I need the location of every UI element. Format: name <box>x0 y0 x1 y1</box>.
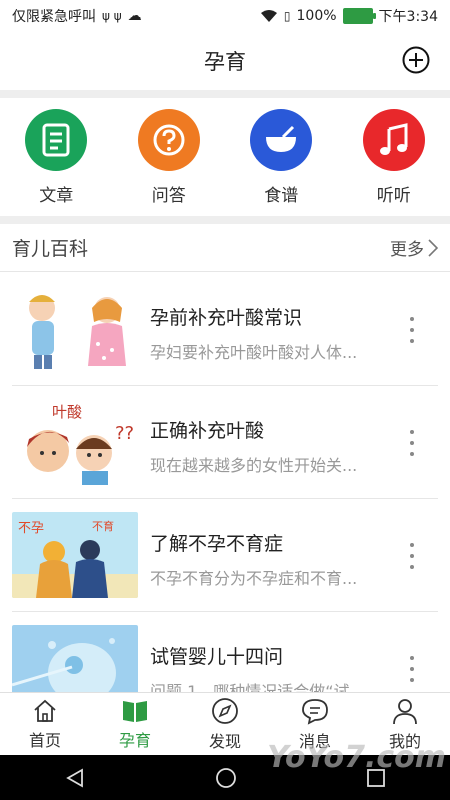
article-title: 了解不孕不育症 <box>150 533 284 555</box>
document-icon <box>25 108 88 171</box>
article-desc: 现在越来越多的女性开始关... <box>150 456 358 475</box>
shortcut-listen[interactable]: 听听 <box>344 108 444 206</box>
article-title: 正确补充叶酸 <box>150 420 265 442</box>
add-icon[interactable] <box>402 46 430 74</box>
message-icon <box>302 699 328 725</box>
more-options-icon[interactable] <box>404 656 420 682</box>
music-note-icon <box>362 108 425 171</box>
back-icon[interactable] <box>64 767 86 789</box>
shortcut-label: 文章 <box>39 185 74 206</box>
compass-icon <box>212 698 238 724</box>
article-title: 孕前补充叶酸常识 <box>150 307 303 329</box>
bowl-icon <box>250 108 313 171</box>
battery-icon <box>342 8 376 24</box>
watermark: YoYo7.com <box>267 740 446 775</box>
tab-discover[interactable]: 发现 <box>180 693 270 756</box>
wifi-icon <box>260 10 277 22</box>
more-link[interactable]: 更多 <box>390 235 438 260</box>
usb-icon: ψ ψ <box>102 9 122 23</box>
article-desc: 孕妇要补充叶酸叶酸对人体... <box>150 343 358 362</box>
shortcut-grid: 文章 问答 食谱 听听 <box>0 98 450 216</box>
shortcut-label: 食谱 <box>264 185 299 206</box>
thumbnail-caption: 不孕 <box>18 521 44 536</box>
shortcut-articles[interactable]: 文章 <box>6 108 106 206</box>
divider <box>0 216 450 224</box>
article-thumbnail <box>12 286 138 372</box>
list-item[interactable]: 叶酸 ?? 正确补充叶酸 现在越来越多的女性开始关... <box>12 386 438 499</box>
chevron-right-icon <box>428 238 438 257</box>
question-icon <box>137 108 200 171</box>
home-icon <box>34 699 56 722</box>
tab-label: 首页 <box>28 731 61 750</box>
list-item[interactable]: 不孕 不育 了解不孕不育症 不孕不育分为不孕症和不育... <box>12 499 438 612</box>
thumbnail-caption: 不育 <box>92 519 114 533</box>
clock: 下午3:34 <box>378 9 438 25</box>
list-item[interactable]: 孕前补充叶酸常识 孕妇要补充叶酸叶酸对人体... <box>12 273 438 386</box>
shortcut-recipes[interactable]: 食谱 <box>231 108 331 206</box>
status-bar: 仅限紧急呼叫 ψ ψ ☁ ▯ 100% 下午3:34 <box>0 0 450 32</box>
shortcut-label: 听听 <box>376 185 411 206</box>
article-title: 试管婴儿十四问 <box>150 646 284 668</box>
divider <box>0 90 450 98</box>
more-label: 更多 <box>390 240 424 260</box>
article-desc: 不孕不育分为不孕症和不育... <box>150 569 358 588</box>
carrier-text: 仅限紧急呼叫 <box>12 9 96 25</box>
tab-label: 发现 <box>208 732 241 751</box>
tab-label: 孕育 <box>118 731 151 750</box>
shortcut-label: 问答 <box>151 185 186 206</box>
svg-text:??: ?? <box>115 423 134 444</box>
more-options-icon[interactable] <box>404 317 420 343</box>
more-options-icon[interactable] <box>404 430 420 456</box>
tab-pregnancy[interactable]: 孕育 <box>90 693 180 756</box>
article-list: 孕前补充叶酸常识 孕妇要补充叶酸叶酸对人体... 叶酸 ?? 正确补充叶酸 现在… <box>0 273 450 725</box>
home-circle-icon[interactable] <box>215 767 237 789</box>
more-options-icon[interactable] <box>404 543 420 569</box>
tab-home[interactable]: 首页 <box>0 693 90 756</box>
app-header: 孕育 <box>0 32 450 90</box>
article-thumbnail: 叶酸 ?? <box>12 399 138 485</box>
page-title: 孕育 <box>204 50 246 74</box>
person-icon <box>393 699 417 725</box>
book-icon <box>123 701 147 722</box>
section-title: 育儿百科 <box>12 238 89 260</box>
article-thumbnail: 不孕 不育 <box>12 512 138 598</box>
section-header: 育儿百科 更多 <box>0 224 450 272</box>
thumbnail-caption: 叶酸 <box>52 403 82 421</box>
shortcut-qa[interactable]: 问答 <box>119 108 219 206</box>
battery-percent: 100% <box>296 8 337 24</box>
alarm-icon: ▯ <box>283 9 291 23</box>
cloud-icon: ☁ <box>127 8 142 24</box>
